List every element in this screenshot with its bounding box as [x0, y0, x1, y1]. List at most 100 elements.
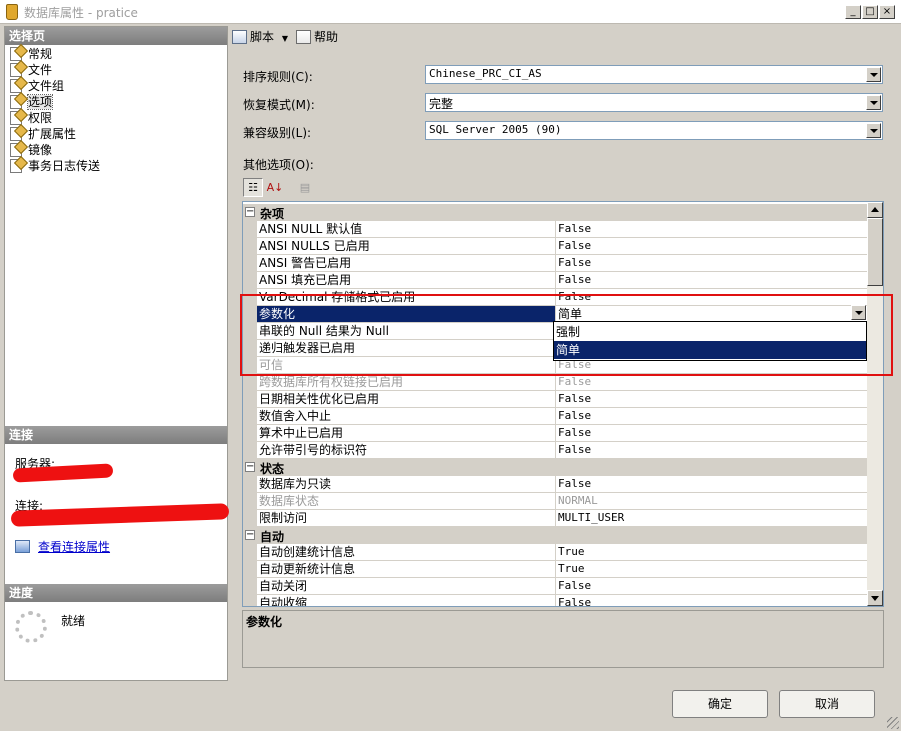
page-item-label: 文件: [28, 63, 53, 77]
property-row[interactable]: 数值舍入中止 False: [243, 408, 867, 425]
property-row[interactable]: 日期相关性优化已启用 False: [243, 391, 867, 408]
property-value[interactable]: True: [555, 561, 867, 578]
property-value[interactable]: MULTI_USER: [555, 510, 867, 527]
progress-header: 进度: [5, 584, 227, 602]
row-gutter: [243, 578, 257, 595]
row-gutter: [243, 221, 257, 238]
minimize-button[interactable]: _: [845, 5, 861, 19]
collapse-icon[interactable]: −: [245, 207, 255, 217]
left-pane: 选择页 常规 文件 文件组 选项 权限 扩展属性 镜像 事务日志传送 连接 服务器: 连接: …: [4, 26, 230, 681]
collation-value: Chinese_PRC_CI_AS: [429, 67, 542, 80]
property-row[interactable]: 自动关闭 False: [243, 578, 867, 595]
progress-spinner-icon: [15, 611, 47, 643]
scroll-down-arrow-icon[interactable]: [867, 590, 883, 606]
category-name: 状态: [260, 462, 285, 476]
property-value[interactable]: False: [555, 221, 867, 238]
resize-grip-icon[interactable]: [887, 717, 899, 729]
page-item[interactable]: 文件: [9, 62, 52, 78]
property-value[interactable]: NORMAL: [555, 493, 867, 510]
page-item-label: 选项: [26, 94, 54, 110]
property-category[interactable]: − 自动: [243, 527, 867, 544]
page-item[interactable]: 镜像: [9, 142, 52, 158]
property-row[interactable]: ANSI NULL 默认值 False: [243, 221, 867, 238]
property-name: 限制访问: [257, 510, 555, 527]
property-pages-button[interactable]: ▤: [295, 178, 315, 197]
page-item[interactable]: 扩展属性: [9, 126, 76, 142]
property-name: 数据库状态: [257, 493, 555, 510]
chevron-down-icon: ▼: [281, 34, 288, 43]
view-connection-link[interactable]: 查看连接属性: [38, 540, 110, 554]
page-item[interactable]: 常规: [9, 46, 52, 62]
property-pages-icon: ▤: [299, 181, 311, 194]
page-item[interactable]: 事务日志传送: [9, 158, 100, 174]
scroll-thumb[interactable]: [867, 218, 883, 286]
maximize-button[interactable]: □: [862, 5, 878, 19]
description-title: 参数化: [246, 615, 283, 629]
chevron-down-icon[interactable]: [866, 123, 881, 138]
compat-value: SQL Server 2005 (90): [429, 123, 562, 136]
property-value[interactable]: False: [555, 425, 867, 442]
script-button[interactable]: 脚本 ▼: [232, 26, 288, 48]
help-button[interactable]: 帮助: [296, 26, 338, 48]
property-row[interactable]: ANSI 警告已启用 False: [243, 255, 867, 272]
script-icon: [232, 30, 247, 44]
page-item-label: 常规: [28, 47, 53, 61]
property-value[interactable]: False: [555, 238, 867, 255]
row-gutter: [243, 561, 257, 578]
property-value[interactable]: False: [555, 255, 867, 272]
close-button[interactable]: ×: [879, 5, 895, 19]
row-gutter: [243, 238, 257, 255]
property-value[interactable]: False: [555, 476, 867, 493]
page-wrench-icon: [9, 158, 25, 173]
chevron-down-icon[interactable]: [866, 67, 881, 82]
categorized-view-button[interactable]: ☷: [243, 178, 263, 197]
vertical-scrollbar[interactable]: [867, 202, 883, 606]
property-row[interactable]: 自动收缩 False: [243, 595, 867, 606]
cancel-button[interactable]: 取消: [779, 690, 875, 718]
property-row[interactable]: 允许带引号的标识符 False: [243, 442, 867, 459]
row-gutter: [243, 544, 257, 561]
compat-combo[interactable]: SQL Server 2005 (90): [425, 121, 883, 140]
view-connection-properties[interactable]: 查看连接属性: [15, 538, 110, 555]
page-item-label: 权限: [28, 111, 53, 125]
alphabetical-sort-button[interactable]: A↓: [265, 178, 285, 197]
category-name: 自动: [260, 530, 285, 544]
property-value[interactable]: False: [555, 442, 867, 459]
property-row[interactable]: 跨数据库所有权链接已启用 False: [243, 374, 867, 391]
property-row[interactable]: ANSI NULLS 已启用 False: [243, 238, 867, 255]
ok-button[interactable]: 确定: [672, 690, 768, 718]
property-name: 算术中止已启用: [257, 425, 555, 442]
property-value[interactable]: False: [555, 374, 867, 391]
property-value[interactable]: False: [555, 391, 867, 408]
page-item[interactable]: 文件组: [9, 78, 64, 94]
recovery-combo[interactable]: 完整: [425, 93, 883, 112]
property-value[interactable]: True: [555, 544, 867, 561]
property-row[interactable]: 自动更新统计信息 True: [243, 561, 867, 578]
property-category[interactable]: − 状态: [243, 459, 867, 476]
property-row[interactable]: 限制访问 MULTI_USER: [243, 510, 867, 527]
property-value[interactable]: False: [555, 578, 867, 595]
property-value[interactable]: False: [555, 272, 867, 289]
recovery-value: 完整: [429, 97, 454, 111]
collation-combo[interactable]: Chinese_PRC_CI_AS: [425, 65, 883, 84]
scroll-up-arrow-icon[interactable]: [867, 202, 883, 218]
collapse-icon[interactable]: −: [245, 462, 255, 472]
property-name: ANSI 填充已启用: [257, 272, 555, 289]
property-value[interactable]: False: [555, 408, 867, 425]
collapse-icon[interactable]: −: [245, 530, 255, 540]
property-category[interactable]: − 杂项: [243, 204, 867, 221]
property-name: 自动更新统计信息: [257, 561, 555, 578]
select-page-header: 选择页: [5, 27, 227, 45]
property-value[interactable]: False: [555, 595, 867, 606]
chevron-down-icon[interactable]: [866, 95, 881, 110]
property-row[interactable]: 算术中止已启用 False: [243, 425, 867, 442]
page-item[interactable]: 权限: [9, 110, 52, 126]
property-name: ANSI NULL 默认值: [257, 221, 555, 238]
page-item[interactable]: 选项: [9, 94, 54, 110]
collation-label: 排序规则(C):: [243, 70, 313, 84]
property-row[interactable]: 数据库为只读 False: [243, 476, 867, 493]
property-row[interactable]: ANSI 填充已启用 False: [243, 272, 867, 289]
property-row[interactable]: 数据库状态 NORMAL: [243, 493, 867, 510]
property-row[interactable]: 自动创建统计信息 True: [243, 544, 867, 561]
row-gutter: [243, 374, 257, 391]
